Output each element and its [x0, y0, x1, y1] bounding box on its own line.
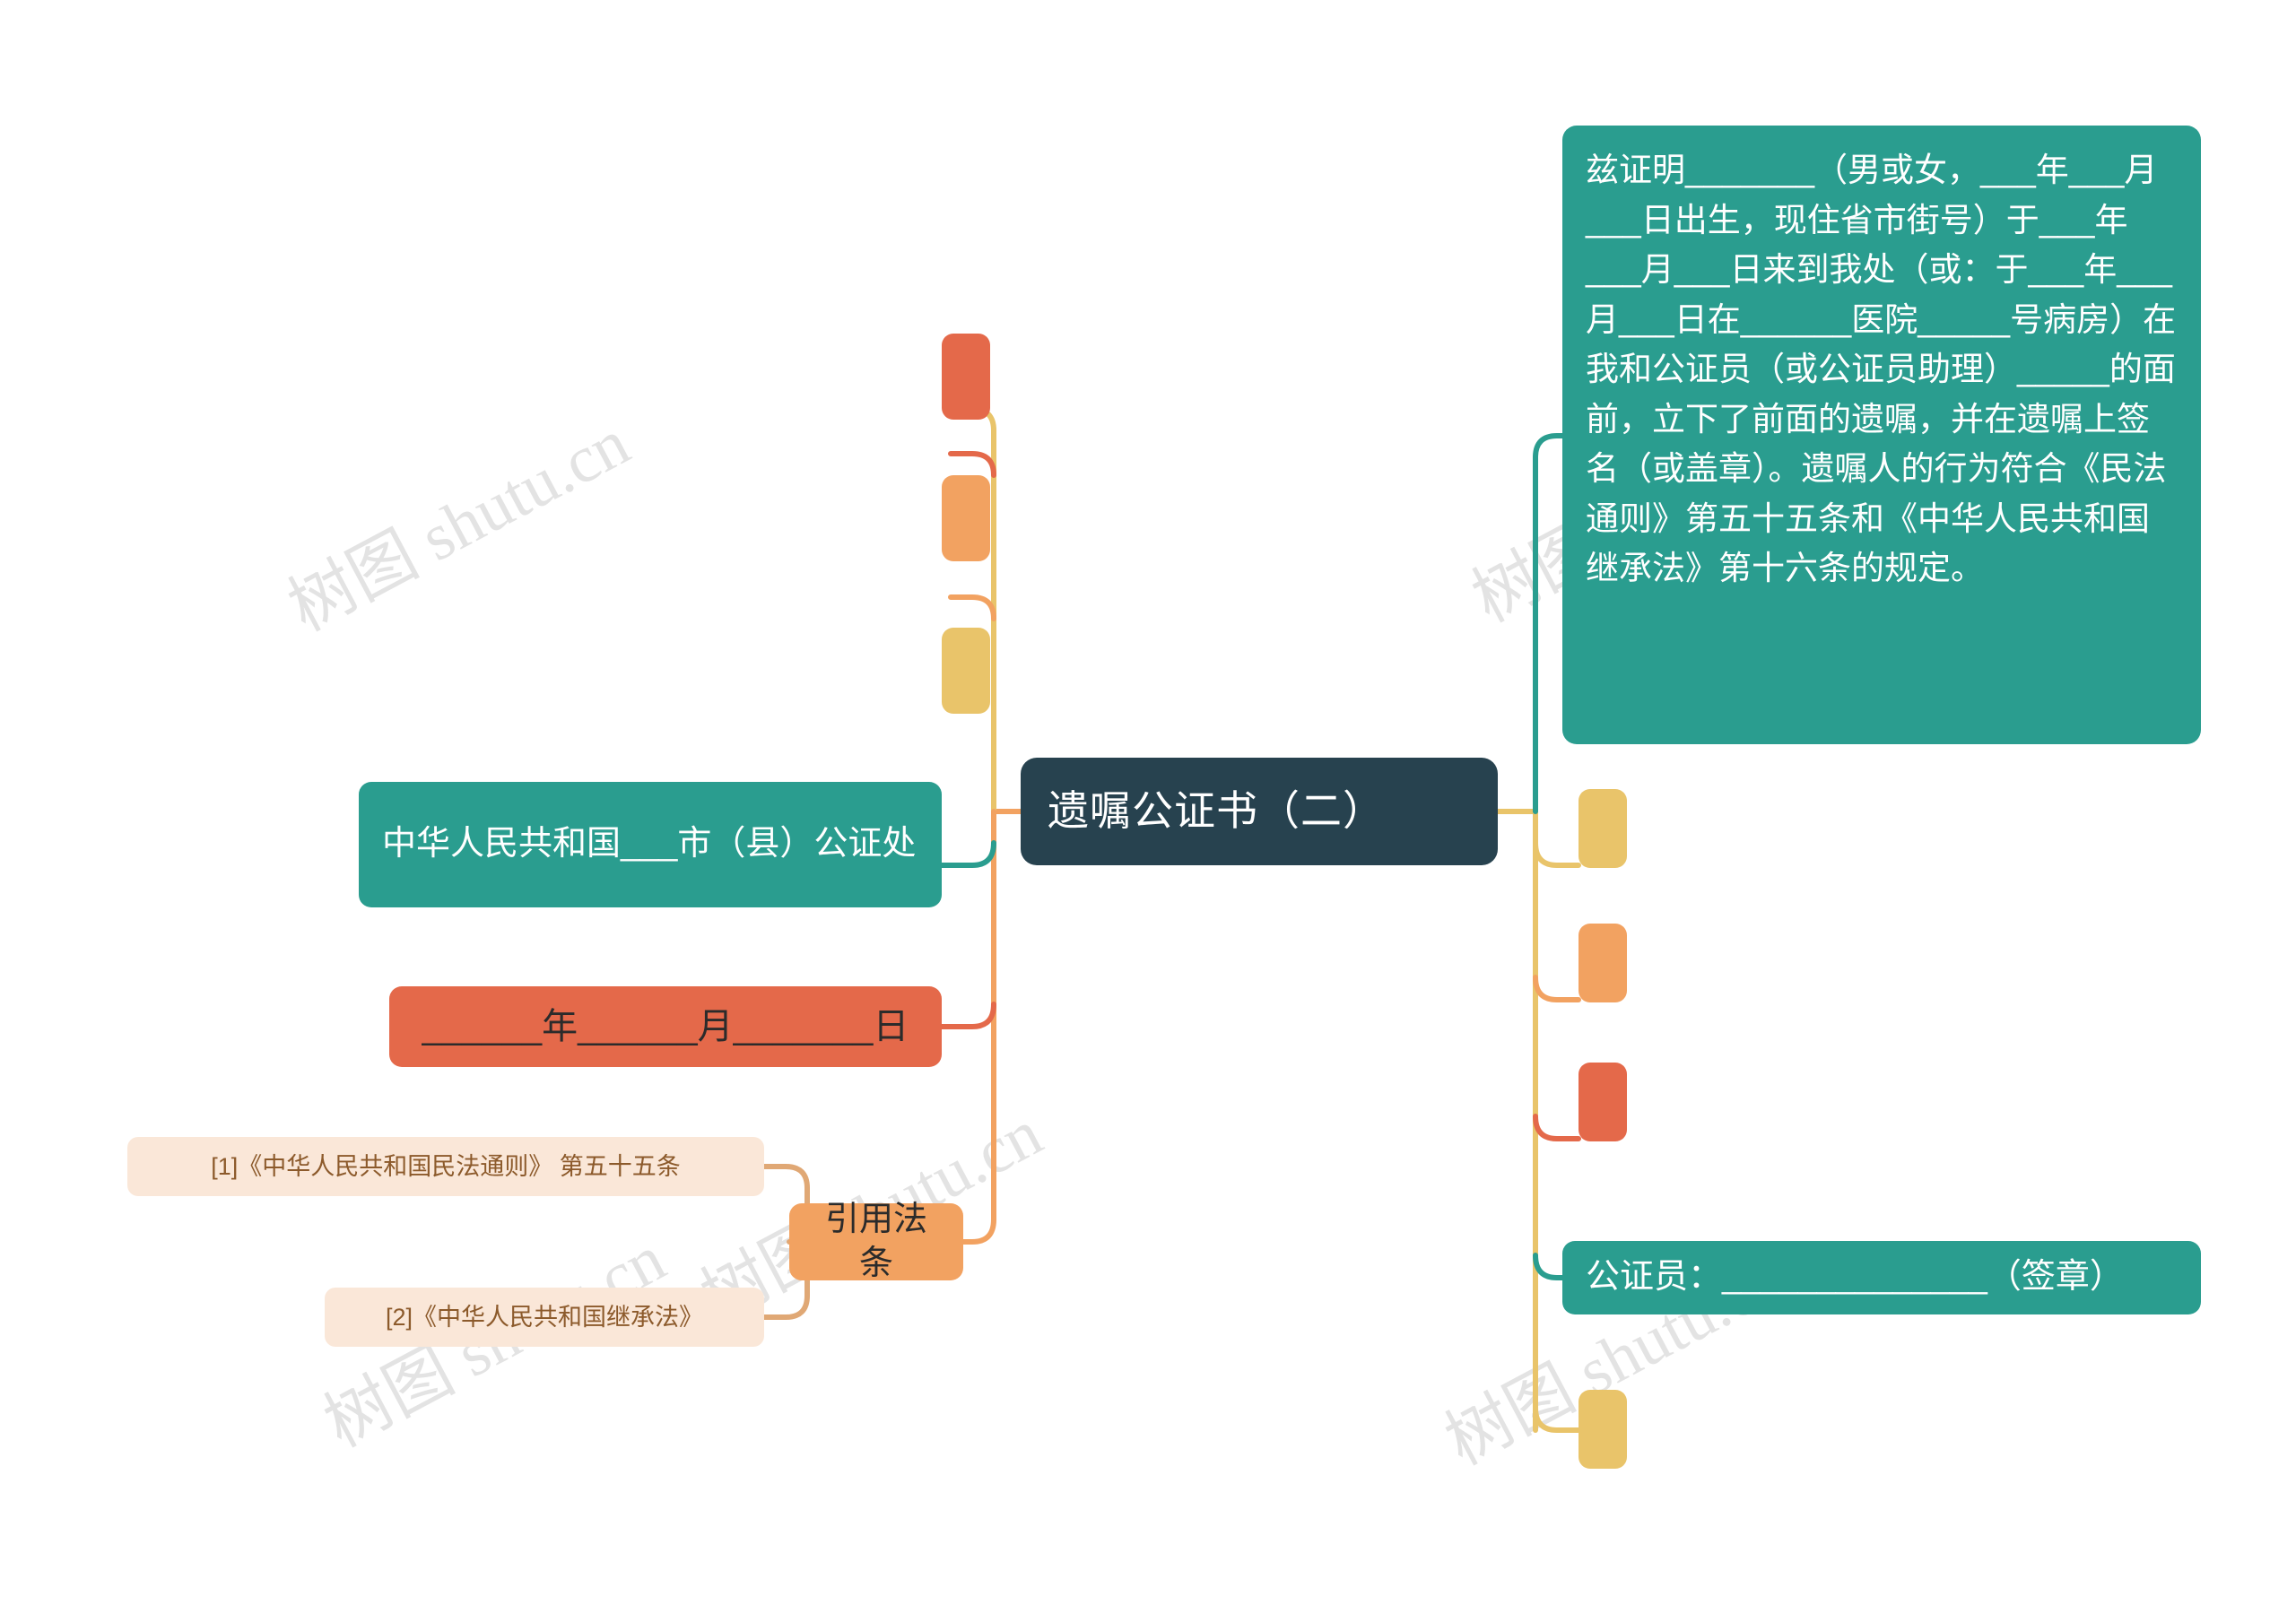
- notary-signature-node[interactable]: 公证员：______________（签章）: [1562, 1241, 2201, 1314]
- citation-item-2[interactable]: [2]《中华人民共和国继承法》: [325, 1288, 764, 1347]
- root-node-label: 遗嘱公证书（二）: [1048, 787, 1385, 835]
- stub-left-orange[interactable]: [942, 475, 990, 561]
- citation-item-2-text: [2]《中华人民共和国继承法》: [385, 1303, 704, 1331]
- citation-item-1[interactable]: [1]《中华人民共和国民法通则》 第五十五条: [127, 1137, 764, 1196]
- stub-left-yellow[interactable]: [942, 628, 990, 714]
- citation-item-1-text: [1]《中华人民共和国民法通则》 第五十五条: [211, 1152, 681, 1180]
- certification-text: 兹证明_______（男或女，___年___月___日出生，现住省市街号）于__…: [1586, 152, 2177, 586]
- notary-signature-text: 公证员：______________（签章）: [1586, 1258, 2124, 1297]
- citations-group-node[interactable]: 引用法条: [789, 1201, 963, 1282]
- mindmap-canvas: 树图 shutu.cn 树图 shutu.cn 树图 shutu.cn 树图 s…: [0, 0, 2296, 1605]
- watermark: 树图 shutu.cn: [277, 405, 641, 646]
- notary-office-text: 中华人民共和国___市（县）公证处: [382, 825, 917, 863]
- certification-text-node[interactable]: 兹证明_______（男或女，___年___月___日出生，现住省市街号）于__…: [1562, 126, 2201, 744]
- root-node[interactable]: 遗嘱公证书（二）: [1021, 758, 1498, 865]
- stub-right-yellow-1[interactable]: [1578, 789, 1627, 868]
- date-line-text: ______年______月_______日: [422, 1007, 909, 1046]
- citations-group-label: 引用法条: [824, 1200, 927, 1282]
- stub-right-yellow-2[interactable]: [1578, 1390, 1627, 1469]
- date-line-node[interactable]: ______年______月_______日: [389, 986, 942, 1067]
- notary-office-node[interactable]: 中华人民共和国___市（县）公证处: [359, 782, 942, 907]
- stub-right-orange[interactable]: [1578, 924, 1627, 1002]
- stub-right-red[interactable]: [1578, 1063, 1627, 1141]
- stub-left-red[interactable]: [942, 334, 990, 420]
